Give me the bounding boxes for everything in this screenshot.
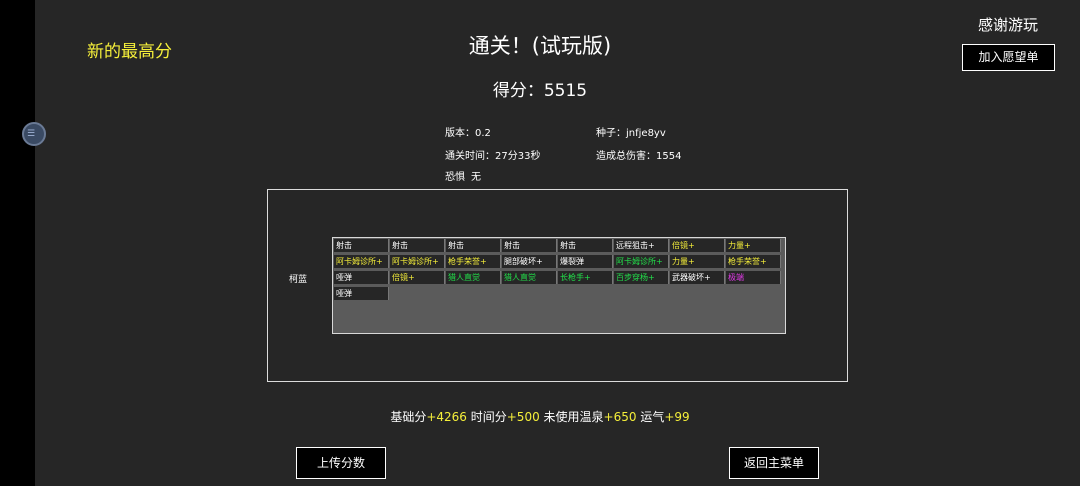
upgrade-cell: 枪手荣誉+ bbox=[446, 255, 501, 268]
upgrade-cell: 射击 bbox=[390, 239, 445, 252]
total-damage-info: 造成总伤害：1554 bbox=[596, 147, 681, 162]
spring-score-label: 未使用温泉 bbox=[539, 410, 604, 424]
upgrade-cell: 哑弹 bbox=[334, 287, 389, 300]
upgrade-cell: 射击 bbox=[502, 239, 557, 252]
score-label: 得分： bbox=[492, 81, 544, 101]
clear-time-info: 通关时间：27分33秒 bbox=[445, 147, 540, 162]
fear-label: 恐惧 bbox=[445, 172, 465, 183]
upgrade-cell: 阿卡姆诊所+ bbox=[614, 255, 669, 268]
upgrade-cell: 哑弹 bbox=[334, 271, 389, 284]
add-to-wishlist-button[interactable]: 加入愿望单 bbox=[962, 44, 1055, 71]
upgrade-cell: 猎人直觉 bbox=[502, 271, 557, 284]
version-label: 版本： bbox=[445, 128, 475, 139]
seed-info: 种子：jnfje8yv bbox=[596, 124, 666, 139]
clear-time-value: 27分33秒 bbox=[495, 151, 541, 162]
time-score-label: 时间分 bbox=[466, 410, 507, 424]
upgrade-cell: 阿卡姆诊所+ bbox=[390, 255, 445, 268]
upgrade-cell: 武器破坏+ bbox=[670, 271, 725, 284]
version-info: 版本：0.2 bbox=[445, 124, 491, 139]
upgrade-cell: 长枪手+ bbox=[558, 271, 613, 284]
score-breakdown: 基础分+4266 时间分+500 未使用温泉+650 运气+99 bbox=[0, 408, 1080, 425]
handle-icon: ☰ bbox=[27, 129, 36, 139]
upgrade-cell: 倍镜+ bbox=[390, 271, 445, 284]
fear-info: 恐惧无 bbox=[445, 168, 481, 183]
upgrade-cell: 爆裂弹 bbox=[558, 255, 613, 268]
upgrade-cell: 力量+ bbox=[670, 255, 725, 268]
base-score-value: +4266 bbox=[426, 410, 467, 424]
seed-label: 种子： bbox=[596, 128, 626, 139]
upgrade-cell: 射击 bbox=[334, 239, 389, 252]
total-damage-value: 1554 bbox=[656, 151, 682, 162]
upgrade-cell: 极端 bbox=[726, 271, 781, 284]
main-menu-button[interactable]: 返回主菜单 bbox=[729, 447, 819, 479]
thanks-label: 感谢游玩 bbox=[978, 16, 1039, 34]
version-value: 0.2 bbox=[475, 128, 491, 139]
upgrade-cell: 倍镜+ bbox=[670, 239, 725, 252]
upgrade-cell: 力量+ bbox=[726, 239, 781, 252]
base-score-label: 基础分 bbox=[390, 410, 427, 424]
upgrade-cell: 猎人直觉 bbox=[446, 271, 501, 284]
upload-score-button[interactable]: 上传分数 bbox=[296, 447, 386, 479]
spring-score-value: +650 bbox=[603, 410, 637, 424]
upgrade-cell: 远程狙击+ bbox=[614, 239, 669, 252]
page-title: 通关！(试玩版) bbox=[468, 34, 612, 58]
seed-value: jnfje8yv bbox=[626, 128, 666, 139]
upgrade-cell: 射击 bbox=[446, 239, 501, 252]
upgrade-cell: 阿卡姆诊所+ bbox=[334, 255, 389, 268]
fear-value: 无 bbox=[471, 172, 481, 183]
character-name: 柯蓝 bbox=[289, 275, 308, 285]
upgrade-cell: 射击 bbox=[558, 239, 613, 252]
score-value: 5515 bbox=[543, 81, 588, 101]
clear-time-label: 通关时间： bbox=[445, 151, 495, 162]
upgrade-cell: 枪手荣誉+ bbox=[726, 255, 781, 268]
upgrade-grid: 射击 射击 射击 射击 射击 远程狙击+ 倍镜+ 力量+ 阿卡姆诊所+ 阿卡姆诊所+ 枪手荣誉+ 腿部… bbox=[332, 237, 786, 334]
luck-score-label: 运气 bbox=[636, 410, 665, 424]
total-damage-label: 造成总伤害： bbox=[596, 151, 656, 162]
side-drawer-handle[interactable]: ☰ bbox=[22, 122, 46, 146]
score-line: 得分：5515 bbox=[0, 76, 1080, 101]
upgrade-cell: 腿部破坏+ bbox=[502, 255, 557, 268]
upgrade-cell: 百步穿杨+ bbox=[614, 271, 669, 284]
luck-score-value: +99 bbox=[664, 410, 690, 424]
time-score-value: +500 bbox=[506, 410, 540, 424]
